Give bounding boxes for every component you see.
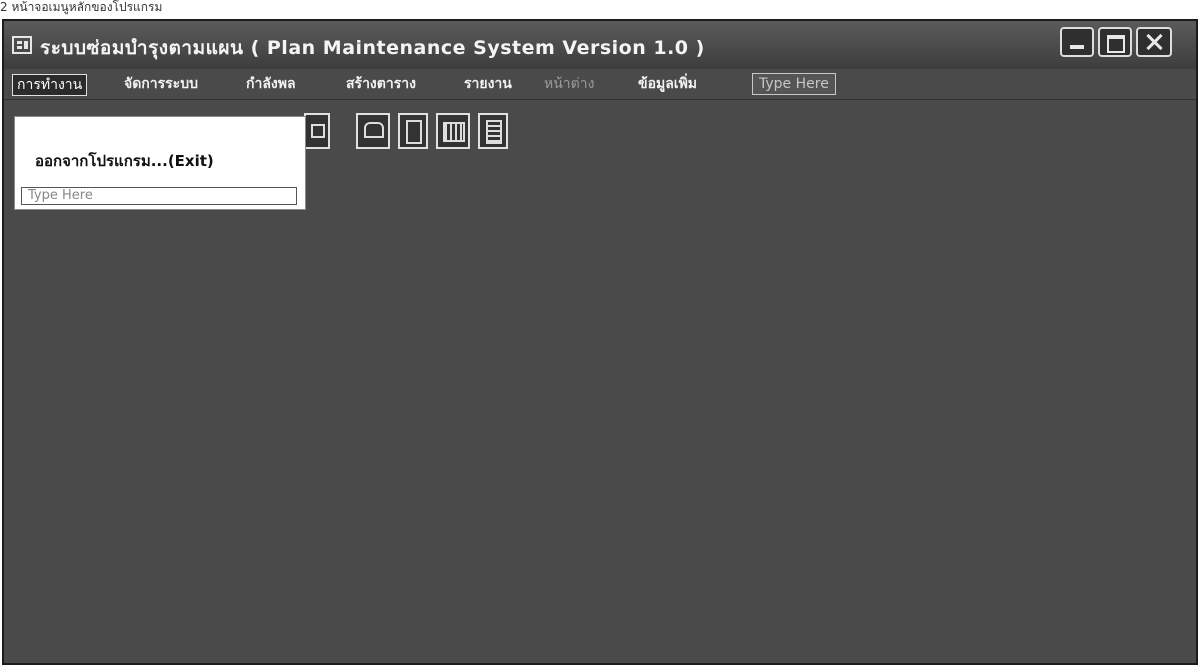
app-window: ระบบซ่อมบำรุงตามแผน ( Plan Maintenance S…: [2, 19, 1198, 665]
window-title: ระบบซ่อมบำรุงตามแผน ( Plan Maintenance S…: [40, 37, 705, 59]
exit-menu-item[interactable]: ออกจากโปรแกรม...(Exit): [35, 149, 214, 173]
menu-item-work[interactable]: การทำงาน: [12, 74, 88, 96]
menu-item-system-admin[interactable]: จัดการระบบ: [120, 74, 202, 94]
close-button[interactable]: [1136, 27, 1172, 57]
maximize-button[interactable]: [1098, 27, 1132, 57]
menu-type-here-field[interactable]: Type Here: [752, 73, 836, 95]
document-caption-strip: 2 หน้าจอเมนูหลักของโปรแกรม: [0, 0, 1202, 18]
document-icon[interactable]: [398, 113, 428, 149]
minimize-button[interactable]: [1060, 27, 1094, 57]
menu-item-create-schedule[interactable]: สร้างตาราง: [342, 74, 420, 94]
work-menu-dropdown: ออกจากโปรแกรม...(Exit) Type Here: [14, 116, 306, 210]
dropdown-type-here-field[interactable]: Type Here: [21, 187, 297, 205]
report-icon[interactable]: [478, 113, 508, 149]
document-caption: 2 หน้าจอเมนูหลักของโปรแกรม: [0, 0, 163, 14]
menu-item-more-info[interactable]: ข้อมูลเพิ่ม: [634, 74, 701, 94]
grid-icon[interactable]: [436, 113, 470, 149]
menu-item-reports[interactable]: รายงาน: [460, 74, 516, 94]
menu-bar: การทำงาน จัดการระบบ กำลังพล สร้างตาราง ร…: [4, 69, 1196, 100]
menu-item-personnel[interactable]: กำลังพล: [242, 74, 300, 94]
window-icon[interactable]: [304, 113, 330, 149]
title-bar[interactable]: ระบบซ่อมบำรุงตามแผน ( Plan Maintenance S…: [4, 21, 1196, 70]
open-folder-icon[interactable]: [356, 113, 390, 149]
menu-item-window[interactable]: หน้าต่าง: [540, 74, 598, 94]
app-icon[interactable]: [12, 36, 32, 54]
